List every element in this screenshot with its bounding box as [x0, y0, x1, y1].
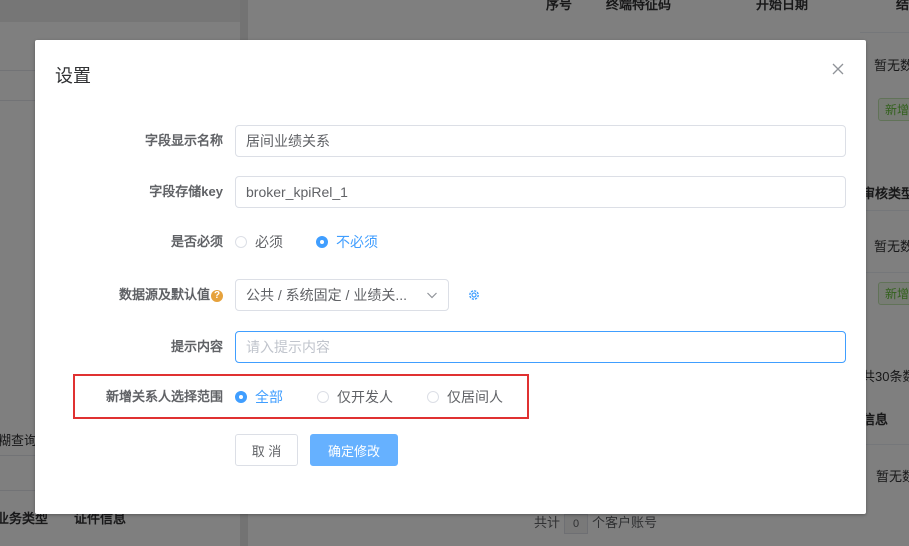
datasource-row: 数据源及默认值? 公共 / 系统固定 / 业绩关... — [35, 279, 866, 311]
datasource-select[interactable]: 公共 / 系统固定 / 业绩关... — [235, 279, 449, 311]
annotation-highlight-box — [73, 374, 529, 419]
display-name-input[interactable] — [236, 126, 846, 156]
hint-input[interactable] — [236, 332, 846, 362]
close-icon[interactable] — [830, 61, 846, 77]
hint-label: 提示内容 — [170, 339, 223, 354]
radio-not-required-label: 不必须 — [336, 234, 378, 250]
settings-icon[interactable] — [467, 288, 481, 302]
radio-dot[interactable] — [316, 236, 328, 248]
datasource-label: 数据源及默认值? — [119, 279, 223, 311]
storage-key-field-wrapper — [235, 176, 846, 208]
radio-required-label: 必须 — [255, 234, 283, 250]
hint-field-wrapper — [235, 331, 846, 363]
radio-dot[interactable] — [235, 236, 247, 248]
required-row: 是否必须 必须 不必须 — [35, 226, 866, 258]
cancel-button[interactable]: 取 消 — [235, 434, 298, 466]
display-name-label: 字段显示名称 — [144, 133, 223, 148]
hint-row: 提示内容 — [35, 331, 866, 363]
storage-key-input[interactable] — [236, 177, 846, 207]
chevron-down-icon — [427, 292, 437, 299]
radio-not-required[interactable]: 不必须 — [316, 226, 378, 258]
help-icon[interactable]: ? — [211, 289, 223, 302]
datasource-label-text: 数据源及默认值 — [118, 287, 210, 302]
storage-key-label: 字段存储key — [149, 184, 223, 199]
datasource-select-value: 公共 / 系统固定 / 业绩关... — [246, 287, 408, 303]
display-name-row: 字段显示名称 — [35, 125, 866, 157]
settings-dialog: 设置 字段显示名称 字段存储key 是否必须 必须 不必须 数据源及默认值? — [35, 40, 866, 514]
display-name-field-wrapper — [235, 125, 846, 157]
storage-key-row: 字段存储key — [35, 176, 866, 208]
radio-required[interactable]: 必须 — [235, 226, 283, 258]
dialog-title: 设置 — [55, 66, 91, 86]
confirm-button[interactable]: 确定修改 — [310, 434, 398, 466]
required-label: 是否必须 — [170, 234, 223, 249]
